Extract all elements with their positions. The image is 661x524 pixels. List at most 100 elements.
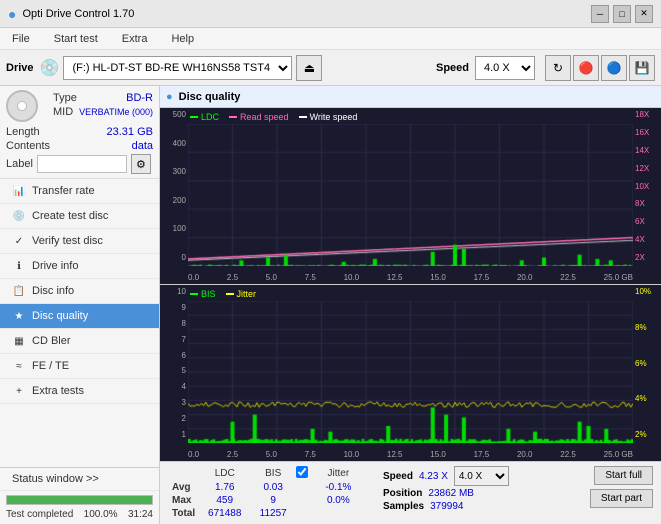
status-completed-text: Test completed: [6, 509, 73, 520]
start-full-button[interactable]: Start full: [594, 466, 653, 485]
disc-header: Type BD-R MID VERBATIMe (000): [6, 90, 153, 122]
speed-select[interactable]: 1.0 X 2.0 X 4.0 X 6.0 X 8.0 X: [475, 56, 535, 80]
nav-disc-info[interactable]: 📋 Disc info: [0, 279, 159, 304]
y1-400: 400: [173, 139, 186, 148]
settings-button1[interactable]: 🔴: [573, 55, 599, 81]
nav-drive-info[interactable]: ℹ Drive info: [0, 254, 159, 279]
jitter-checkbox[interactable]: [296, 466, 308, 478]
maximize-button[interactable]: □: [613, 5, 631, 23]
drive-info-icon: ℹ: [12, 259, 26, 273]
drive-select[interactable]: (F:) HL-DT-ST BD-RE WH16NS58 TST4: [63, 56, 292, 80]
verify-test-disc-icon: ✓: [12, 234, 26, 248]
yr1-8x: 8X: [635, 199, 645, 208]
yr2-8: 8%: [635, 323, 647, 332]
menu-file[interactable]: File: [4, 31, 38, 47]
x1-10: 10.0: [344, 273, 360, 282]
yr1-6x: 6X: [635, 217, 645, 226]
refresh-button[interactable]: ↻: [545, 55, 571, 81]
total-label: Total: [168, 507, 199, 520]
menu-extra[interactable]: Extra: [114, 31, 156, 47]
label-button[interactable]: ⚙: [131, 154, 151, 174]
titlebar-controls: ─ □ ✕: [591, 5, 653, 23]
x2-0: 0.0: [188, 450, 199, 459]
jitter-max: 0.0%: [314, 494, 363, 507]
position-row: Position 23862 MB: [383, 488, 578, 499]
x2-15: 15.0: [430, 450, 446, 459]
start-part-button[interactable]: Start part: [590, 489, 653, 508]
legend-bis-label: BIS: [201, 289, 216, 299]
nav-cd-bler-label: CD Bler: [32, 335, 71, 347]
menu-help[interactable]: Help: [163, 31, 202, 47]
toolbar: Drive 💿 (F:) HL-DT-ST BD-RE WH16NS58 TST…: [0, 50, 661, 86]
nav-fe-te[interactable]: ≈ FE / TE: [0, 354, 159, 379]
x2-20: 20.0: [517, 450, 533, 459]
label-input[interactable]: [37, 155, 127, 173]
disc-info-icon: 📋: [12, 284, 26, 298]
chart2-y-axis-left: 10 9 8 7 6 5 4 3 2 1: [160, 285, 188, 441]
disc-type-row: Type BD-R: [53, 92, 153, 104]
nav-create-test-disc[interactable]: 💿 Create test disc: [0, 204, 159, 229]
minimize-button[interactable]: ─: [591, 5, 609, 23]
max-row: Max 459 9 0.0%: [168, 494, 363, 507]
toolbar-icons: ↻ 🔴 🔵 💾: [545, 55, 655, 81]
x2-7.5: 7.5: [305, 450, 316, 459]
bottom-controls: LDC BIS Jitter Avg 1.76: [160, 461, 661, 524]
nav-verify-test-disc[interactable]: ✓ Verify test disc: [0, 229, 159, 254]
y1-100: 100: [173, 224, 186, 233]
eject-button[interactable]: ⏏: [296, 55, 322, 81]
type-value: BD-R: [126, 92, 153, 104]
total-row: Total 671488 11257: [168, 507, 363, 520]
nav-transfer-rate[interactable]: 📊 Transfer rate: [0, 179, 159, 204]
legend-read-speed: Read speed: [229, 112, 289, 122]
disc-section: Type BD-R MID VERBATIMe (000) Length 23.…: [0, 86, 159, 179]
save-button[interactable]: 💾: [629, 55, 655, 81]
legend-read-speed-label: Read speed: [240, 112, 289, 122]
speed-stat-value: 4.23 X: [419, 471, 448, 482]
legend-ldc-label: LDC: [201, 112, 219, 122]
drive-select-container: 💿 (F:) HL-DT-ST BD-RE WH16NS58 TST4 ⏏: [40, 55, 430, 81]
chart1-legend: LDC Read speed Write speed: [190, 112, 357, 122]
status-bottom: Test completed 100.0% 31:24: [0, 507, 159, 524]
chart1: LDC Read speed Write speed 500 400 30: [160, 108, 661, 285]
ldc-header: LDC: [199, 466, 250, 481]
y2-8: 8: [182, 319, 186, 328]
nav-fe-te-label: FE / TE: [32, 360, 69, 372]
x2-25: 25.0 GB: [604, 450, 633, 459]
x1-22.5: 22.5: [560, 273, 576, 282]
bis-header: BIS: [250, 466, 296, 481]
y2-7: 7: [182, 335, 186, 344]
x2-10: 10.0: [344, 450, 360, 459]
position-value: 23862 MB: [428, 488, 474, 499]
yr2-6: 6%: [635, 359, 647, 368]
nav-extra-tests[interactable]: + Extra tests: [0, 379, 159, 404]
chart1-x-axis: 0.0 2.5 5.0 7.5 10.0 12.5 15.0 17.5 20.0…: [188, 273, 633, 282]
nav-disc-quality[interactable]: ★ Disc quality: [0, 304, 159, 329]
x2-12.5: 12.5: [387, 450, 403, 459]
left-panel: Type BD-R MID VERBATIMe (000) Length 23.…: [0, 86, 160, 524]
status-window-button[interactable]: Status window >>: [0, 468, 159, 491]
length-value: 23.31 GB: [107, 126, 153, 138]
bis-max: 9: [250, 494, 296, 507]
legend-jitter: Jitter: [226, 289, 257, 299]
nav-disc-info-label: Disc info: [32, 285, 74, 297]
cd-bler-icon: ▦: [12, 334, 26, 348]
speed-stat-select[interactable]: 1.0 X 2.0 X 4.0 X: [454, 466, 509, 486]
menu-starttest[interactable]: Start test: [46, 31, 106, 47]
chart2-legend: BIS Jitter: [190, 289, 256, 299]
chart1-canvas: [188, 124, 633, 266]
nav-cd-bler[interactable]: ▦ CD Bler: [0, 329, 159, 354]
x1-25: 25.0 GB: [604, 273, 633, 282]
app-title: Opti Drive Control 1.70: [22, 8, 134, 20]
avg-label: Avg: [168, 481, 199, 494]
charts-icon: ●: [166, 91, 173, 103]
disc-contents-row: Contents data: [6, 140, 153, 152]
contents-value: data: [132, 140, 153, 152]
settings-button2[interactable]: 🔵: [601, 55, 627, 81]
close-button[interactable]: ✕: [635, 5, 653, 23]
chart2-x-axis: 0.0 2.5 5.0 7.5 10.0 12.5 15.0 17.5 20.0…: [188, 450, 633, 459]
app-icon: ●: [8, 6, 16, 22]
x1-2.5: 2.5: [227, 273, 238, 282]
menubar: File Start test Extra Help: [0, 28, 661, 50]
y2-3: 3: [182, 398, 186, 407]
charts-title: Disc quality: [179, 91, 241, 103]
